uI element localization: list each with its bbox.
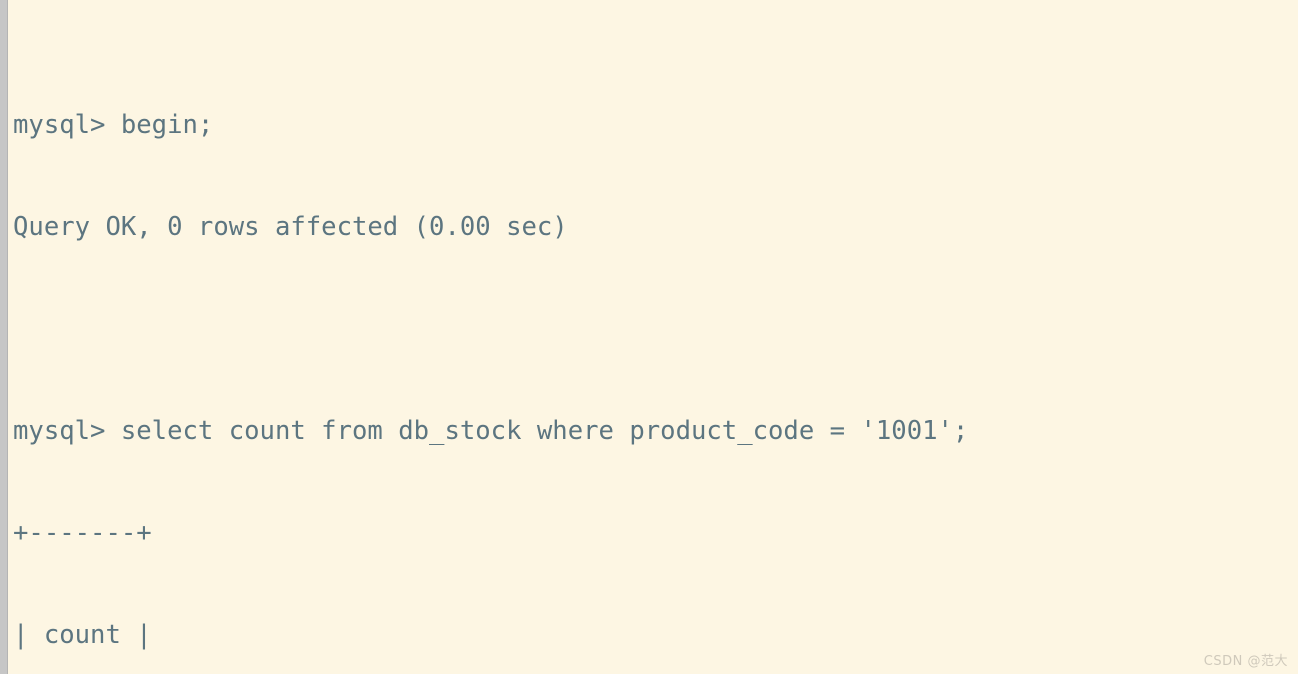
- terminal-line: mysql> select count from db_stock where …: [13, 416, 969, 446]
- scrollbar-gutter[interactable]: [0, 0, 8, 674]
- terminal-line: +-------+: [13, 518, 152, 548]
- terminal-output-area[interactable]: mysql> begin; Query OK, 0 rows affected …: [13, 0, 1298, 674]
- terminal-window[interactable]: mysql> begin; Query OK, 0 rows affected …: [0, 0, 1298, 674]
- terminal-line: mysql> begin;: [13, 110, 214, 140]
- terminal-line: | count |: [13, 620, 152, 650]
- terminal-line: Query OK, 0 rows affected (0.00 sec): [13, 212, 568, 242]
- watermark: CSDN @范大: [1203, 654, 1288, 669]
